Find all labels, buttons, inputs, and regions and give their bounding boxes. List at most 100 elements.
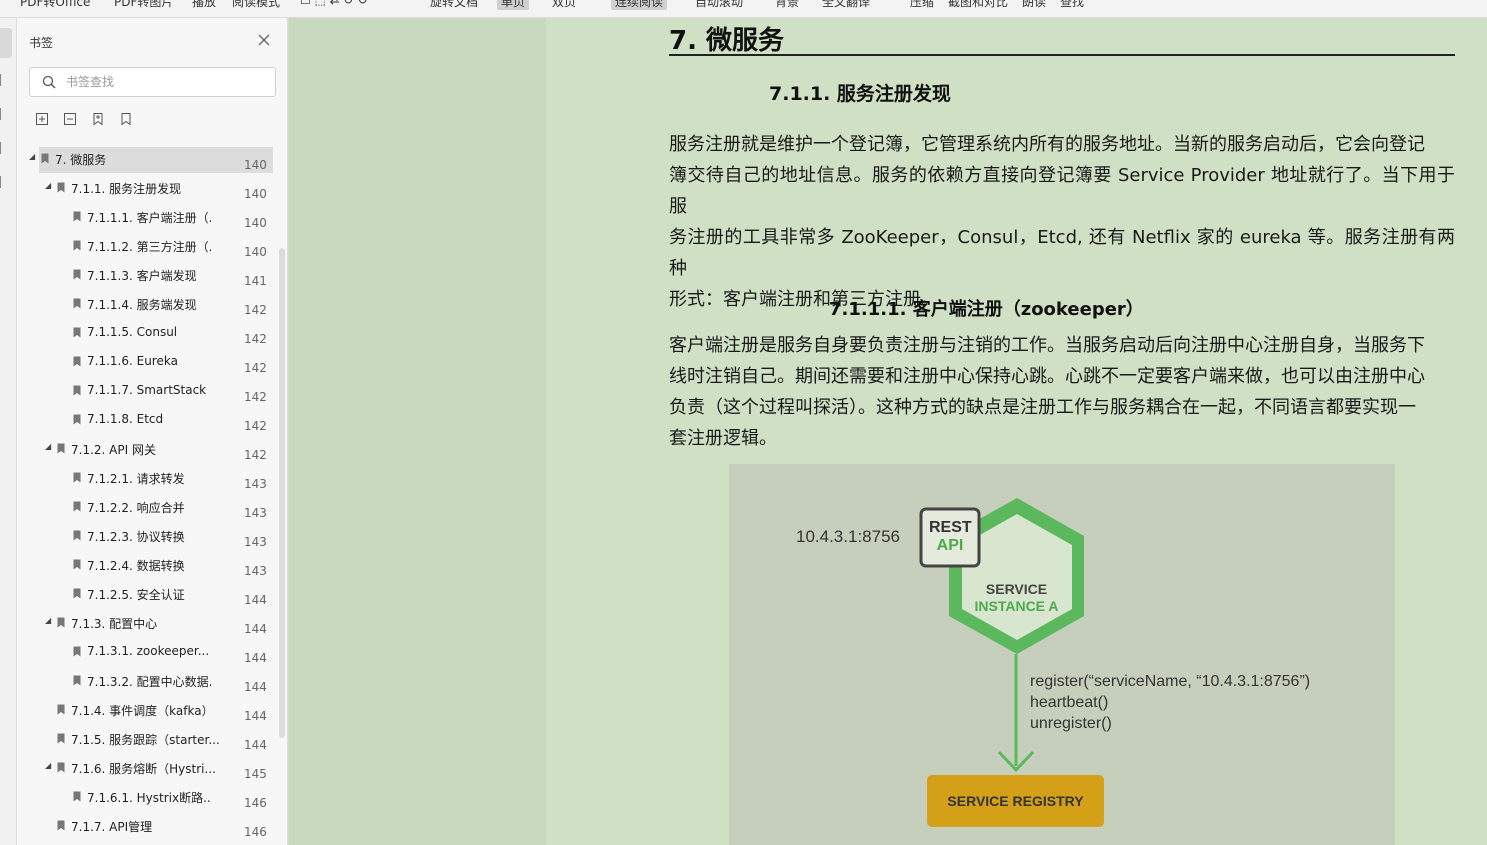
collapse-all-icon[interactable] — [63, 112, 77, 126]
bookmark-icon — [57, 617, 65, 628]
expand-toggle-icon[interactable]: ◢ — [45, 617, 53, 625]
bookmark-search-input[interactable] — [66, 72, 266, 92]
expand-all-icon[interactable] — [35, 112, 49, 126]
bookmark-item[interactable]: 7.1.4. 事件调度（kafka） 144 — [17, 696, 279, 723]
bookmark-item[interactable]: 7.1.1.5. Consul 142 — [17, 319, 279, 346]
bookmark-outline-icon[interactable] — [119, 112, 133, 126]
bookmark-label: 7.1.2.4. 数据转换 — [87, 559, 185, 573]
bookmark-item[interactable]: 7.1.6.1. Hystrix断路... 146 — [17, 783, 279, 810]
paragraph-1-line: 务注册的工具非常多 ZooKeeper，Consul，Etcd, 还有 Netf… — [669, 227, 1455, 279]
bookmark-page-number: 143 — [244, 477, 267, 491]
paragraph-1: 服务注册就是维护一个登记簿，它管理系统内所有的服务地址。当新的服务启动后，它会向… — [669, 129, 1455, 315]
rail-thumbnail-icon[interactable] — [0, 74, 4, 86]
bookmark-item[interactable]: 7.1.1.6. Eureka 142 — [17, 348, 279, 375]
paragraph-2-line: 客户端注册是服务自身要负责注册与注销的工作。当服务启动后向注册中心注册自身，当服… — [669, 335, 1425, 356]
bookmark-page-number: 142 — [244, 390, 267, 404]
bookmark-item[interactable]: 7.1.7. API管理 146 — [17, 812, 279, 839]
bookmark-label: 7.1.6.1. Hystrix断路... — [87, 791, 211, 805]
toolbar-double-page[interactable]: 双页 — [552, 0, 576, 10]
bookmark-item[interactable]: 7.1.5. 服务跟踪（starter... 144 — [17, 725, 279, 752]
bookmark-page-number: 140 — [244, 216, 267, 230]
toolbar-read-mode[interactable]: 阅读模式 — [232, 0, 280, 10]
toolbar-auto-scroll[interactable]: 自动滚动 — [695, 0, 743, 10]
bookmark-item[interactable]: 7.1.1.8. Etcd 142 — [17, 406, 279, 433]
toolbar-single-page[interactable]: 单页 — [497, 0, 530, 10]
toolbar-screenshot-compare[interactable]: 截图和对比 — [948, 0, 1008, 10]
bookmark-item[interactable]: 7.1.1.7. SmartStack 142 — [17, 377, 279, 404]
bookmark-item[interactable]: 7.1.2.3. 协议转换 143 — [17, 522, 279, 549]
toolbar-compress[interactable]: 压缩 — [910, 0, 934, 10]
bookmark-icon — [41, 153, 49, 164]
rail-attachment-icon[interactable] — [0, 176, 4, 188]
bookmark-item[interactable]: ◢ 7.1.3. 配置中心 144 — [17, 609, 279, 637]
bookmark-page-number: 142 — [244, 448, 267, 462]
bookmark-icon — [73, 791, 81, 802]
toolbar-rotate[interactable]: 旋转文档 — [430, 0, 478, 10]
bookmark-item[interactable]: 7.1.2.4. 数据转换 143 — [17, 551, 279, 578]
expand-toggle-icon[interactable]: ◢ — [45, 182, 53, 190]
toolbar-pdf-to-image[interactable]: PDF转图片 — [114, 0, 173, 10]
toolbar-play[interactable]: 播放 — [192, 0, 216, 10]
bookmark-item[interactable]: 7.1.3.2. 配置中心数据... 144 — [17, 667, 279, 694]
bookmark-icon — [73, 211, 81, 222]
toolbar-continuous[interactable]: 连续阅读 — [611, 0, 668, 10]
bookmark-item[interactable]: 7.1.1.3. 客户端发现 141 — [17, 261, 279, 288]
register-call: register(“serviceName, “10.4.3.1:8756”) — [1030, 673, 1311, 690]
bookmark-item[interactable]: 7.1.1.1. 客户端注册（... 140 — [17, 203, 279, 230]
toolbar-pdf-to-office[interactable]: PDF转Office — [20, 0, 90, 10]
bookmark-item[interactable]: 7.1.2.5. 安全认证 144 — [17, 580, 279, 607]
bookmark-label: 7.1.3.1. zookeeper... — [87, 644, 210, 658]
bookmark-item[interactable]: ◢ 7.1.2. API 网关 142 — [17, 435, 279, 463]
toolbar-read-aloud[interactable]: 朗读 — [1022, 0, 1046, 10]
toolbar-background[interactable]: 背景 — [775, 0, 799, 10]
toolbar-translate[interactable]: 全文翻译 — [822, 0, 870, 10]
bookmark-page-number: 144 — [244, 651, 267, 665]
close-icon[interactable] — [257, 33, 271, 47]
bookmark-label: 7.1.2.5. 安全认证 — [87, 588, 185, 602]
bookmark-icon — [57, 733, 65, 744]
bookmark-icon — [57, 443, 65, 454]
bookmark-page-number: 145 — [244, 767, 267, 781]
bookmark-page-number: 142 — [244, 361, 267, 375]
expand-toggle-icon[interactable]: ◢ — [45, 762, 53, 770]
bookmark-scrollbar[interactable] — [279, 248, 285, 738]
bookmark-item[interactable]: ◢ 7.1.1. 服务注册发现 140 — [17, 174, 279, 202]
bookmark-item[interactable]: 7.1.3.1. zookeeper... 144 — [17, 638, 279, 665]
paragraph-1-line: 簿交待自己的地址信息。服务的依赖方直接向登记簿要 Service Provide… — [669, 165, 1455, 217]
bookmark-page-number: 146 — [244, 796, 267, 810]
rail-annotation-icon[interactable] — [0, 108, 4, 120]
bookmark-icon — [73, 588, 81, 599]
expand-toggle-icon[interactable]: ◢ — [45, 443, 53, 451]
bookmark-label: 7.1.2. API 网关 — [71, 443, 156, 457]
bookmark-page-number: 141 — [244, 274, 267, 288]
bookmark-item[interactable]: 7.1.1.2. 第三方注册（... 140 — [17, 232, 279, 259]
bookmark-label: 7. 微服务 — [55, 153, 107, 167]
bookmark-icon — [73, 298, 81, 309]
add-bookmark-icon[interactable] — [91, 112, 105, 126]
toolbar-find[interactable]: 查找 — [1060, 0, 1084, 10]
bookmark-label: 7.1.1.3. 客户端发现 — [87, 269, 197, 283]
bookmark-item[interactable]: ◢ 7. 微服务 140 — [17, 145, 279, 173]
bookmark-page-number: 143 — [244, 506, 267, 520]
bookmark-item[interactable]: ◢ 7.1.6. 服务熔断（Hystri... 145 — [17, 754, 279, 782]
bookmark-search-box[interactable] — [29, 67, 276, 97]
bookmark-label: 7.1.7. API管理 — [71, 820, 153, 834]
bookmark-label: 7.1.2.2. 响应合并 — [87, 501, 185, 515]
left-tool-rail — [0, 18, 17, 845]
bookmark-page-number: 142 — [244, 303, 267, 317]
rail-search-icon[interactable] — [0, 142, 4, 154]
toolbar-icons-group[interactable]: ☐ ⬚ ⇄ ↺ ↻ — [300, 0, 368, 7]
bookmark-rail-button[interactable] — [0, 28, 12, 58]
bookmark-item[interactable]: 7.1.2.2. 响应合并 143 — [17, 493, 279, 520]
instance-address: 10.4.3.1:8756 — [796, 527, 900, 546]
bookmark-label: 7.1.3.2. 配置中心数据... — [87, 675, 211, 689]
expand-toggle-icon[interactable]: ◢ — [29, 153, 37, 161]
bookmark-item[interactable]: 7.1.2.1. 请求转发 143 — [17, 464, 279, 491]
bookmark-item[interactable]: 7.1.1.4. 服务端发现 142 — [17, 290, 279, 317]
bookmark-page-number: 142 — [244, 419, 267, 433]
paragraph-1-line: 服务注册就是维护一个登记簿，它管理系统内所有的服务地址。当新的服务启动后，它会向… — [669, 134, 1425, 155]
bookmark-icon — [73, 559, 81, 570]
paragraph-2-line: 线时注销自己。期间还需要和注册中心保持心跳。心跳不一定要客户端来做，也可以由注册… — [669, 366, 1425, 387]
bookmark-page-number: 144 — [244, 680, 267, 694]
bookmark-icon — [73, 414, 81, 425]
